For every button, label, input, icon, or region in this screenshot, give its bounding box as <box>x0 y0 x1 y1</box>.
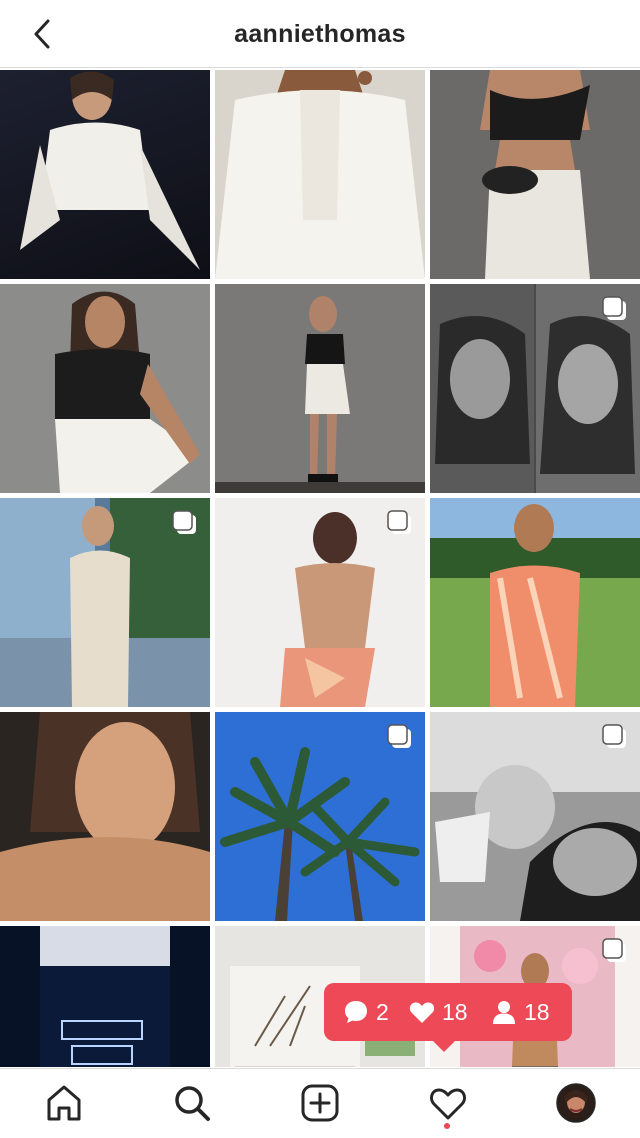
chevron-left-icon <box>34 19 50 49</box>
post-thumbnail[interactable] <box>430 284 640 493</box>
post-thumbnail[interactable] <box>0 712 210 921</box>
nav-activity[interactable] <box>426 1081 470 1125</box>
post-grid <box>0 68 640 1067</box>
activity-heart-icon <box>429 1088 467 1120</box>
post-thumbnail[interactable] <box>215 712 425 921</box>
nav-search[interactable] <box>170 1081 214 1125</box>
multi-photo-icon <box>602 724 626 748</box>
heart-icon <box>409 1002 435 1023</box>
post-thumbnail[interactable] <box>0 70 210 279</box>
nav-profile[interactable] <box>554 1081 598 1125</box>
back-button[interactable] <box>26 14 62 54</box>
post-thumbnail[interactable] <box>0 498 210 707</box>
nav-new-post[interactable] <box>298 1081 342 1125</box>
activity-notification-bubble[interactable]: 2 18 18 <box>324 983 572 1052</box>
profile-avatar <box>556 1083 596 1123</box>
post-thumbnail[interactable] <box>430 498 640 707</box>
home-icon <box>47 1085 81 1121</box>
nav-home[interactable] <box>42 1081 86 1125</box>
likes-count: 18 <box>408 997 468 1027</box>
multi-photo-icon <box>172 510 196 534</box>
follows-count: 18 <box>490 997 550 1027</box>
bottom-navigation <box>0 1068 640 1138</box>
top-bar: aanniethomas <box>0 0 640 68</box>
multi-photo-icon <box>387 510 411 534</box>
post-thumbnail[interactable] <box>430 712 640 921</box>
profile-username: aanniethomas <box>234 20 406 48</box>
comments-count-value: 2 <box>376 998 389 1025</box>
post-thumbnail[interactable] <box>430 70 640 279</box>
multi-photo-icon <box>387 724 411 748</box>
likes-count-value: 18 <box>442 998 468 1025</box>
post-thumbnail[interactable] <box>215 284 425 493</box>
multi-photo-icon <box>602 938 626 962</box>
post-thumbnail[interactable] <box>0 284 210 493</box>
follows-count-value: 18 <box>524 998 550 1025</box>
multi-photo-icon <box>602 296 626 320</box>
post-thumbnail[interactable] <box>215 498 425 707</box>
post-thumbnail[interactable] <box>215 70 425 279</box>
new-post-icon <box>301 1084 339 1122</box>
comments-count: 2 <box>342 997 389 1027</box>
search-icon <box>175 1086 210 1121</box>
person-icon <box>493 1001 515 1024</box>
post-thumbnail[interactable] <box>0 926 210 1067</box>
activity-notification-dot <box>444 1123 450 1129</box>
comment-icon <box>345 1001 367 1023</box>
